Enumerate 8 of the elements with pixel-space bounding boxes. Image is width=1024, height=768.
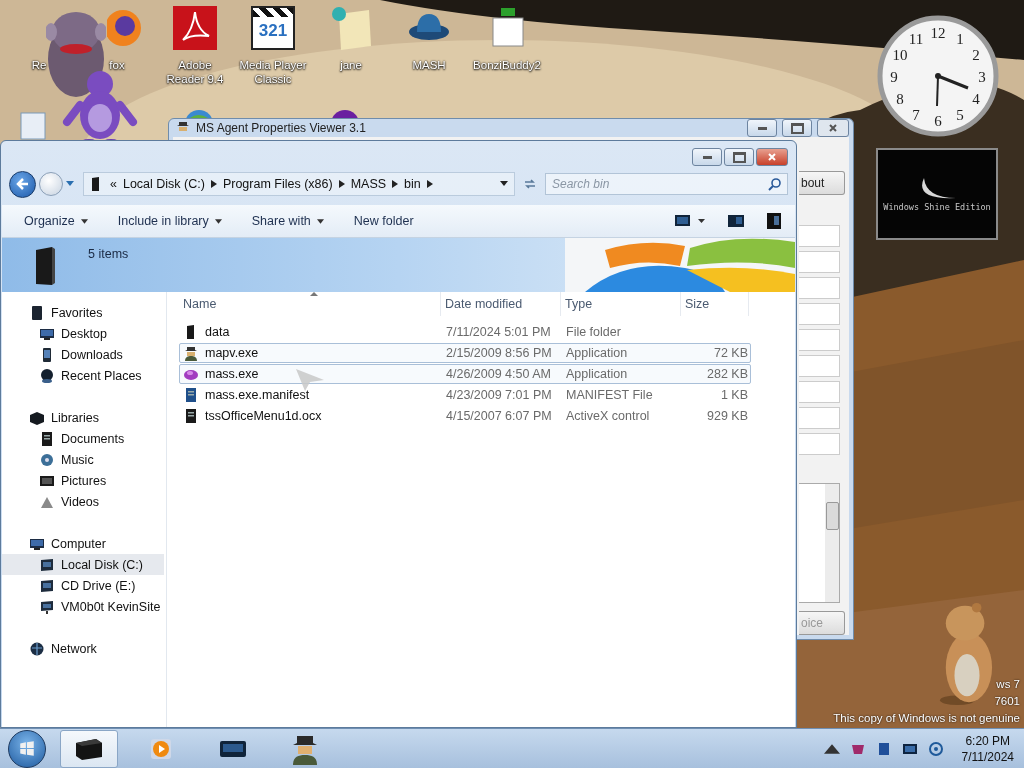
clock-date[interactable]: 7/11/2024 bbox=[961, 748, 1014, 765]
tower-icon bbox=[74, 736, 104, 761]
clock-time[interactable]: 6:20 PM bbox=[965, 732, 1011, 749]
start-button[interactable] bbox=[8, 729, 46, 768]
volume-icon[interactable] bbox=[927, 740, 944, 757]
play-icon bbox=[149, 736, 173, 761]
taskbar-button[interactable] bbox=[60, 729, 118, 768]
flag-icon bbox=[18, 739, 36, 758]
